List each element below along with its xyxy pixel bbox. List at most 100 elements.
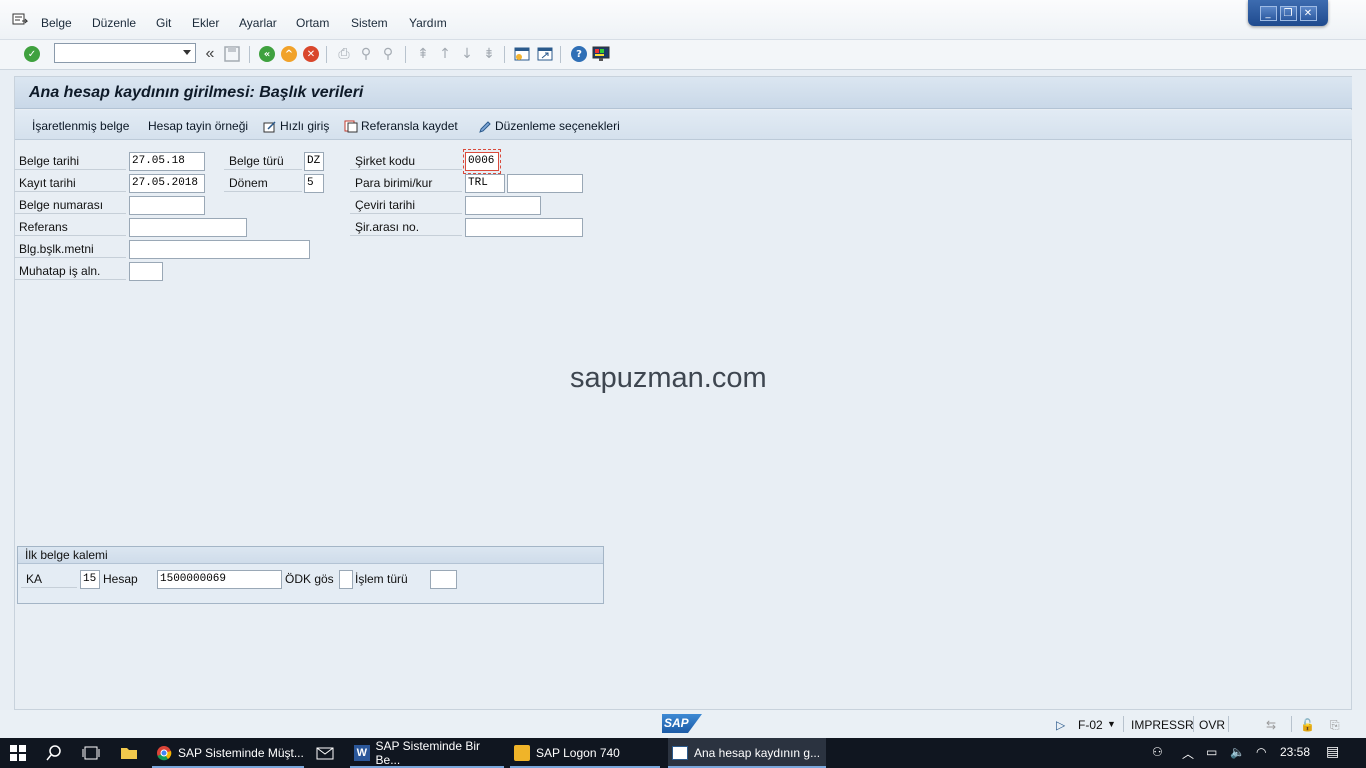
wifi-icon[interactable]: ◠ bbox=[1256, 745, 1266, 759]
print-icon[interactable]: ⎙ bbox=[334, 44, 354, 64]
last-page-icon[interactable]: ⇟ bbox=[479, 44, 499, 64]
restore-button[interactable]: ❐ bbox=[1279, 5, 1297, 21]
kayit-tarihi-field[interactable]: 27.05.2018 bbox=[129, 174, 205, 193]
back-button[interactable]: « bbox=[257, 44, 277, 64]
marked-document-label: İşaretlenmiş belge bbox=[32, 119, 130, 133]
menu-ayarlar[interactable]: Ayarlar bbox=[239, 16, 277, 30]
help-button[interactable]: ? bbox=[569, 44, 589, 64]
command-field[interactable] bbox=[54, 43, 196, 63]
enter-button[interactable]: ✓ bbox=[22, 44, 42, 64]
para-birimi-field[interactable]: TRL bbox=[465, 174, 505, 193]
menu-git[interactable]: Git bbox=[156, 16, 171, 30]
shortcut-button[interactable] bbox=[535, 44, 555, 64]
belge-tarihi-field[interactable]: 27.05.18 bbox=[129, 152, 205, 171]
layout-icon[interactable]: ⎘ bbox=[1330, 718, 1340, 733]
find-next-icon[interactable]: ⚲ bbox=[378, 44, 398, 64]
close-button[interactable]: ✕ bbox=[1299, 5, 1317, 21]
find-icon[interactable]: ⚲ bbox=[356, 44, 376, 64]
fast-entry-label: Hızlı giriş bbox=[280, 119, 330, 133]
new-session-icon bbox=[514, 47, 530, 61]
muhatap-label: Muhatap iş aln. bbox=[14, 262, 126, 280]
previous-page-icon[interactable]: ↑ bbox=[435, 44, 455, 64]
belge-tarihi-label: Belge tarihi bbox=[14, 152, 126, 170]
taskbar-app-word[interactable]: W SAP Sisteminde Bir Be... bbox=[350, 738, 504, 768]
editing-options-button[interactable]: Düzenleme seçenekleri bbox=[478, 119, 620, 133]
minimize-button[interactable]: _ bbox=[1259, 5, 1277, 21]
chevron-down-icon[interactable] bbox=[183, 50, 191, 55]
taskbar-app-label: SAP Sisteminde Bir Be... bbox=[375, 739, 481, 767]
connection-icon: ⇆ bbox=[1266, 718, 1277, 732]
menu-belge[interactable]: Belge bbox=[41, 16, 72, 30]
sap-logo: SAP bbox=[662, 714, 702, 733]
clock[interactable]: 23:58 bbox=[1280, 745, 1310, 759]
menu-duzenle[interactable]: Düzenle bbox=[92, 16, 136, 30]
status-dropdown-icon[interactable]: ▼ bbox=[1107, 719, 1116, 729]
pencil-icon bbox=[479, 120, 491, 133]
referans-label: Referans bbox=[14, 218, 126, 236]
application-toolbar: İşaretlenmiş belge Hesap tayin örneği Hı… bbox=[15, 110, 1352, 140]
post-with-reference-button[interactable]: Referansla kaydet bbox=[344, 119, 458, 133]
search-icon[interactable] bbox=[42, 738, 62, 768]
menu-ortam[interactable]: Ortam bbox=[296, 16, 329, 30]
new-session-button[interactable] bbox=[512, 44, 532, 64]
kayit-tarihi-label: Kayıt tarihi bbox=[14, 174, 126, 192]
save-icon[interactable] bbox=[222, 44, 242, 64]
word-icon: W bbox=[354, 745, 370, 761]
belge-turu-field[interactable]: DZ bbox=[304, 152, 324, 171]
sirket-kodu-field[interactable]: 0006 bbox=[465, 152, 499, 171]
status-expand-icon[interactable]: ▷ bbox=[1056, 718, 1065, 732]
window-controls: _ ❐ ✕ bbox=[1248, 0, 1328, 26]
standard-toolbar: ✓ « « ^ ✕ ⎙ ⚲ ⚲ ⇞ ↑ ↓ ⇟ ? bbox=[0, 40, 1366, 70]
people-icon[interactable]: ⚇ bbox=[1152, 745, 1163, 759]
group-title: İlk belge kalemi bbox=[18, 547, 603, 564]
belge-numarasi-field[interactable] bbox=[129, 196, 205, 215]
checkmark-icon: ✓ bbox=[24, 46, 40, 62]
insert-mode[interactable]: OVR bbox=[1199, 718, 1225, 732]
sirarasi-no-field[interactable] bbox=[465, 218, 583, 237]
baslik-metni-field[interactable] bbox=[129, 240, 310, 259]
account-assignment-label: Hesap tayin örneği bbox=[148, 119, 249, 133]
donem-label: Dönem bbox=[224, 174, 302, 192]
islem-turu-field[interactable] bbox=[430, 570, 457, 589]
muhatap-field[interactable] bbox=[129, 262, 163, 281]
referans-field[interactable] bbox=[129, 218, 247, 237]
taskbar-app-sapgui[interactable]: Ana hesap kaydının g... bbox=[668, 738, 826, 768]
kur-field[interactable] bbox=[507, 174, 583, 193]
file-explorer-icon[interactable] bbox=[116, 738, 138, 768]
menu-bar: Belge Düzenle Git Ekler Ayarlar Ortam Si… bbox=[0, 0, 1366, 40]
fast-entry-button[interactable]: Hızlı giriş bbox=[263, 119, 329, 133]
cancel-icon: ✕ bbox=[303, 46, 319, 62]
donem-field[interactable]: 5 bbox=[304, 174, 324, 193]
status-bar: SAP ▷ F-02 ▼ IMPRESSR OVR ⇆ 🔓 ⎘ bbox=[0, 710, 1366, 738]
mail-icon[interactable] bbox=[312, 738, 334, 768]
chevron-up-icon[interactable]: ︿ bbox=[1182, 745, 1194, 762]
battery-icon[interactable]: ▭ bbox=[1206, 745, 1217, 759]
lock-icon[interactable]: 🔓 bbox=[1300, 718, 1315, 732]
start-icon[interactable] bbox=[6, 738, 26, 768]
menu-ekler[interactable]: Ekler bbox=[192, 16, 219, 30]
customize-layout-button[interactable] bbox=[591, 44, 611, 64]
first-page-icon[interactable]: ⇞ bbox=[413, 44, 433, 64]
account-assignment-model-button[interactable]: Hesap tayin örneği bbox=[148, 119, 248, 133]
menu-yardim[interactable]: Yardım bbox=[409, 16, 447, 30]
next-page-icon[interactable]: ↓ bbox=[457, 44, 477, 64]
collapse-command-button[interactable]: « bbox=[200, 44, 220, 64]
task-view-icon[interactable] bbox=[78, 738, 100, 768]
ceviri-tarihi-field[interactable] bbox=[465, 196, 541, 215]
volume-icon[interactable]: 🔈 bbox=[1230, 745, 1245, 759]
post-with-reference-label: Referansla kaydet bbox=[361, 119, 458, 133]
marked-document-button[interactable]: İşaretlenmiş belge bbox=[32, 119, 129, 133]
notifications-icon[interactable]: ▤ bbox=[1326, 743, 1339, 760]
taskbar-app-chrome[interactable]: SAP Sisteminde Müşt... bbox=[152, 738, 304, 768]
ceviri-tarihi-label: Çeviri tarihi bbox=[350, 196, 462, 214]
ka-field[interactable]: 15 bbox=[80, 570, 100, 589]
odk-label: ÖDK gös bbox=[285, 572, 334, 586]
cancel-button[interactable]: ✕ bbox=[301, 44, 321, 64]
menu-sistem[interactable]: Sistem bbox=[351, 16, 388, 30]
menu-icon[interactable] bbox=[12, 13, 28, 27]
shortcut-icon bbox=[537, 47, 553, 61]
exit-button[interactable]: ^ bbox=[279, 44, 299, 64]
islem-turu-label: İşlem türü bbox=[355, 572, 408, 586]
taskbar-app-saplogon[interactable]: SAP Logon 740 bbox=[510, 738, 660, 768]
hesap-field[interactable]: 1500000069 bbox=[157, 570, 282, 589]
